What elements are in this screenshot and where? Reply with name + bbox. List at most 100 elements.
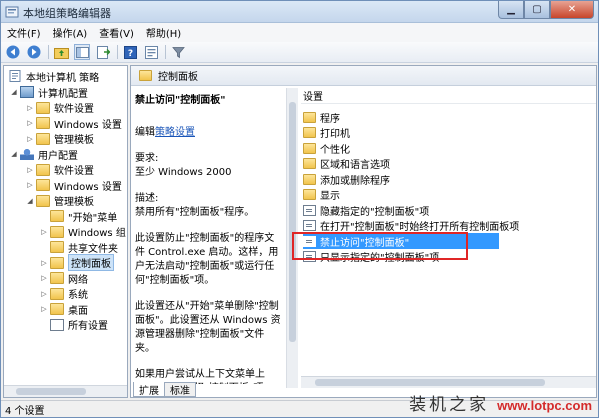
tree-item-label: 软件设置 (54, 104, 94, 115)
maximize-icon: ▢ (532, 4, 542, 15)
policy-settings-link[interactable]: 策略设置 (155, 127, 195, 138)
collapsed-arrow-icon[interactable]: ▷ (26, 181, 34, 189)
setting-label: 打印机 (320, 129, 350, 140)
close-button[interactable]: ✕ (550, 1, 594, 19)
export-list-icon (96, 45, 110, 59)
expanded-arrow-icon[interactable]: ◢ (10, 88, 18, 96)
properties-button[interactable] (143, 44, 159, 60)
tab-standard[interactable]: 标准 (164, 382, 196, 397)
settings-column-header[interactable]: 设置 (301, 88, 596, 104)
settings-folder-row[interactable]: 区域和语言选项 (303, 156, 390, 172)
tree-item[interactable]: ▷ 管理模板 (26, 131, 94, 147)
setting-label: 程序 (320, 113, 340, 125)
settings-folder-row[interactable]: 程序 (303, 109, 340, 125)
content-header: 控制面板 (131, 66, 596, 86)
description-block: 描述: 禁用所有"控制面板"程序。 (135, 192, 281, 220)
scrollbar-thumb[interactable] (16, 388, 86, 395)
scrollbar-thumb[interactable] (289, 102, 296, 342)
collapsed-arrow-icon[interactable]: ▷ (40, 305, 48, 313)
collapsed-arrow-icon[interactable]: ▷ (40, 274, 48, 282)
tree-item[interactable]: ◢ 管理模板 (26, 193, 94, 209)
minimize-button[interactable]: ▁ (498, 1, 524, 19)
toolbar-separator (117, 45, 118, 59)
collapsed-arrow-icon[interactable]: ▷ (26, 135, 34, 143)
collapsed-arrow-icon[interactable]: ▷ (26, 104, 34, 112)
up-folder-button[interactable] (53, 44, 69, 60)
tree-item[interactable]: ◢ 计算机配置 (10, 84, 88, 100)
tree-item[interactable]: ◢ 用户配置 (10, 146, 78, 162)
tree-item[interactable]: ▷ 控制面板 (40, 254, 114, 271)
folder-icon (303, 158, 316, 169)
tree-root[interactable]: 本地计算机 策略 (8, 68, 99, 84)
content-header-title: 控制面板 (158, 72, 198, 83)
maximize-button[interactable]: ▢ (524, 1, 550, 19)
description-line-3: 此设置还从"开始"菜单删除"控制面板"。此设置还从 Windows 资源管理器删… (135, 301, 281, 354)
setting-label: 个性化 (320, 144, 350, 156)
expanded-arrow-icon[interactable]: ◢ (26, 197, 34, 205)
menu-action[interactable]: 操作(A) (53, 25, 88, 40)
description-label: 描述: (135, 193, 159, 204)
tree-item[interactable]: 共享文件夹 (40, 239, 118, 255)
folder-icon (50, 256, 64, 269)
tree-item[interactable]: ▷ 软件设置 (26, 162, 94, 178)
collapsed-arrow-icon[interactable]: ▷ (40, 228, 48, 236)
tree-item-label: 管理模板 (54, 135, 94, 146)
title-bar[interactable]: 本地组策略编辑器 ▁ ▢ ✕ (1, 1, 598, 23)
tab-extended[interactable]: 扩展 (133, 382, 165, 397)
setting-label: 在打开"控制面板"时始终打开所有控制面板项 (320, 222, 520, 233)
policy-setting-row[interactable]: 隐藏指定的"控制面板"项 (303, 202, 429, 218)
tree-item[interactable]: ▷ 桌面 (40, 301, 88, 317)
console-tree-icon (75, 46, 89, 58)
folder-icon (36, 163, 50, 176)
settings-folder-row[interactable]: 添加或删除程序 (303, 171, 390, 187)
back-button[interactable] (5, 44, 21, 60)
scrollbar-thumb[interactable] (315, 379, 545, 386)
menu-file[interactable]: 文件(F) (7, 25, 41, 40)
tree-item-label: Windows 组 (68, 228, 126, 239)
collapsed-arrow-icon[interactable]: ▷ (26, 166, 34, 174)
tree-item-label: 软件设置 (54, 166, 94, 177)
tree-horizontal-scrollbar[interactable] (4, 385, 127, 397)
tree-item[interactable]: 所有设置 (40, 317, 108, 333)
help-icon: ? (123, 45, 137, 59)
caption-buttons: ▁ ▢ ✕ (498, 1, 594, 19)
tree-item[interactable]: ▷ 软件设置 (26, 100, 94, 116)
tree-item[interactable]: ▷ Windows 设置 (26, 115, 122, 131)
tree-item[interactable]: "开始"菜单 (40, 208, 117, 224)
folder-icon (50, 303, 64, 315)
tree-item[interactable]: ▷ 系统 (40, 286, 88, 302)
folder-icon (36, 194, 50, 207)
filter-button[interactable] (170, 44, 186, 60)
policy-setting-icon (303, 204, 316, 216)
folder-icon (303, 173, 316, 185)
help-button[interactable]: ? (122, 44, 138, 60)
description-line-1: 禁用所有"控制面板"程序。 (135, 207, 255, 218)
tree-item-label: Windows 设置 (54, 119, 122, 131)
settings-folder-row[interactable]: 打印机 (303, 125, 350, 141)
folder-icon (303, 127, 316, 138)
watermark-text: 装机之家 (409, 395, 490, 415)
folder-icon (303, 189, 316, 200)
all-settings-icon (50, 318, 64, 331)
computer-icon (20, 86, 34, 98)
tree-item[interactable]: ▷ 网络 (40, 270, 88, 286)
forward-button[interactable] (26, 44, 42, 60)
collapsed-arrow-icon[interactable]: ▷ (26, 119, 34, 127)
settings-folder-row[interactable]: 个性化 (303, 140, 350, 156)
settings-folder-row[interactable]: 显示 (303, 187, 340, 203)
collapsed-arrow-icon[interactable]: ▷ (40, 290, 48, 298)
console-tree[interactable]: 本地计算机 策略 ◢ 计算机配置 ▷ 软件设置 ▷ Windows 设置 ▷ 管理模板 ◢ 用户配… (3, 65, 128, 398)
tree-item-label: 控制面板 (68, 254, 114, 271)
tree-item[interactable]: ▷ Windows 组 (40, 224, 126, 240)
export-list-button[interactable] (95, 44, 111, 60)
show-hide-tree-button[interactable] (74, 44, 90, 60)
list-horizontal-scrollbar[interactable] (301, 376, 596, 388)
menu-view[interactable]: 查看(V) (99, 25, 134, 40)
expanded-arrow-icon[interactable]: ◢ (10, 150, 18, 158)
requirements: 要求: 至少 Windows 2000 (135, 152, 281, 180)
collapsed-arrow-icon[interactable]: ▷ (40, 259, 48, 267)
tree-item[interactable]: ▷ Windows 设置 (26, 177, 122, 193)
menu-help[interactable]: 帮助(H) (146, 25, 181, 40)
properties-icon (144, 45, 158, 59)
folder-icon (50, 272, 64, 284)
